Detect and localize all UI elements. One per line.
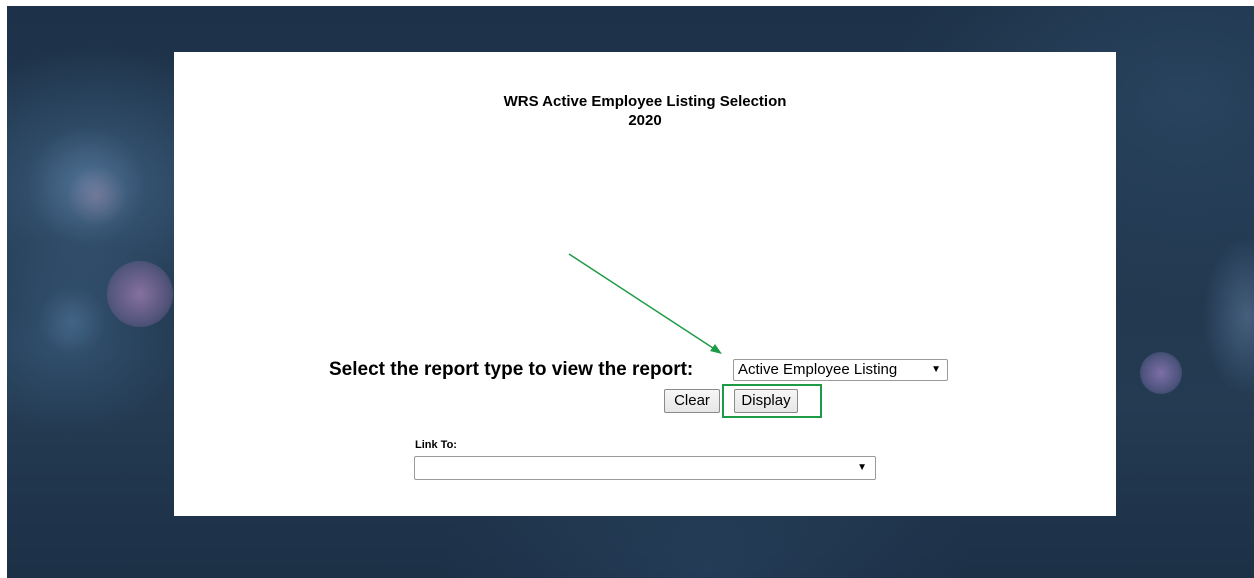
report-type-selected-value: Active Employee Listing	[738, 361, 898, 378]
bokeh-light	[1140, 352, 1182, 394]
bokeh-light	[67, 166, 127, 226]
bokeh-light	[1202, 236, 1254, 396]
page-title: WRS Active Employee Listing Selection 20…	[174, 92, 1116, 130]
report-type-select[interactable]: Active Employee Listing ▼	[733, 359, 948, 381]
link-to-select[interactable]: ▼	[414, 456, 876, 480]
bokeh-light	[107, 261, 173, 327]
selection-panel: WRS Active Employee Listing Selection 20…	[174, 52, 1116, 516]
bokeh-light	[37, 286, 107, 356]
display-button[interactable]: Display	[734, 389, 798, 413]
clear-button[interactable]: Clear	[664, 389, 720, 413]
chevron-down-icon: ▼	[857, 462, 867, 473]
page-title-line1: WRS Active Employee Listing Selection	[503, 93, 787, 110]
page-title-year: 2020	[628, 112, 662, 129]
chevron-down-icon: ▼	[931, 364, 941, 375]
report-type-label: Select the report type to view the repor…	[329, 359, 694, 380]
link-to-label: Link To:	[415, 439, 457, 451]
